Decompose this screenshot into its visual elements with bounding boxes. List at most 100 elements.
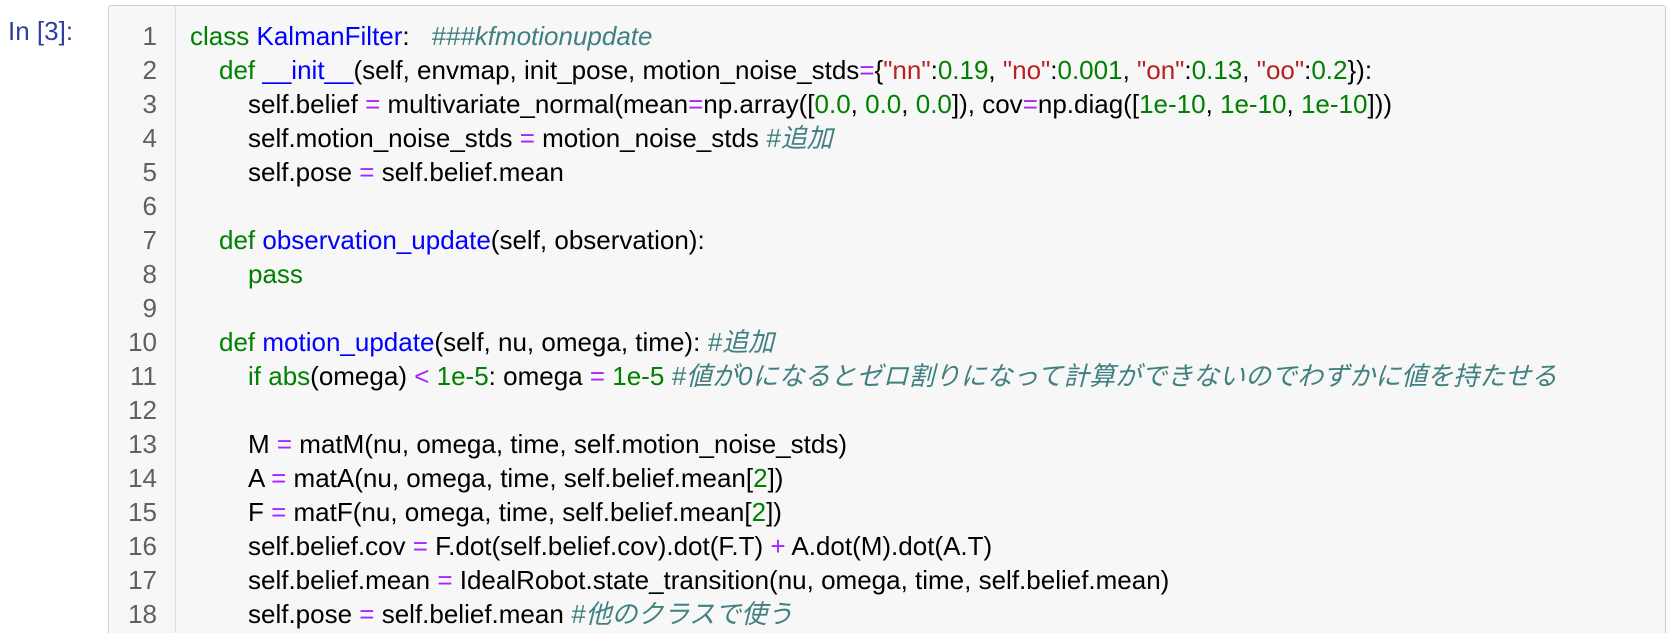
code-line[interactable]: 14 A = matA(nu, omega, time, self.belief.… <box>109 461 1665 495</box>
code-line[interactable]: 17 self.belief.mean = IdealRobot.state_tr… <box>109 563 1665 597</box>
code-line-text: def __init__(self, envmap, init_pose, mo… <box>219 53 1372 87</box>
code-token: { <box>874 55 884 85</box>
code-token: class <box>190 21 250 51</box>
code-token: = <box>589 361 606 391</box>
code-token: 2 <box>753 463 768 493</box>
code-line-text: pass <box>248 257 303 291</box>
code-token: __init__ <box>262 55 354 85</box>
code-token: , <box>1242 55 1257 85</box>
code-token: "no" <box>1002 55 1051 85</box>
code-token: self.belief.mean <box>374 599 572 629</box>
code-cell-editor[interactable]: 1 class KalmanFilter: ###kfmotionupdate 2 d… <box>108 5 1666 633</box>
code-token: = <box>412 531 428 561</box>
code-token: self.belief.mean <box>374 157 564 187</box>
line-number: 12 <box>128 395 157 425</box>
code-token: abs <box>268 361 311 391</box>
code-token: #追加 <box>766 123 833 153</box>
code-token: = <box>271 463 287 493</box>
code-line[interactable]: 9 <box>109 291 1665 325</box>
code-area[interactable]: 1 class KalmanFilter: ###kfmotionupdate 2 d… <box>109 19 1665 631</box>
code-line-text: self.pose = self.belief.mean #他のクラスで使う <box>248 597 793 631</box>
code-token: = <box>359 599 375 629</box>
code-token: 0.2 <box>1311 55 1348 85</box>
code-line-text: def motion_update(self, nu, omega, time)… <box>219 325 774 359</box>
line-number: 2 <box>142 55 157 85</box>
input-prompt: In [3]: <box>8 16 74 46</box>
line-number: 18 <box>128 599 157 629</box>
line-number: 8 <box>142 259 157 289</box>
code-token: , <box>1286 89 1301 119</box>
code-token: IdealRobot.state_transition(nu, omega, t… <box>452 565 1170 595</box>
code-token: (self, observation): <box>490 225 705 255</box>
code-line[interactable]: 8 pass <box>109 257 1665 291</box>
code-line[interactable]: 7 def observation_update(self, observatio… <box>109 223 1665 257</box>
code-token: , <box>1205 89 1221 119</box>
code-token: if <box>248 361 261 391</box>
code-token: motion_noise_stds <box>534 123 767 153</box>
code-line[interactable]: 18 self.pose = self.belief.mean #他のクラスで使う <box>109 597 1665 631</box>
code-token: 0.19 <box>937 55 989 85</box>
line-number: 16 <box>128 531 157 561</box>
code-token: , <box>850 89 866 119</box>
code-token: = <box>365 89 381 119</box>
code-token: < <box>414 361 430 391</box>
code-line[interactable]: 3 self.belief = multivariate_normal(mean=… <box>109 87 1665 121</box>
code-line[interactable]: 6 <box>109 189 1665 223</box>
code-token: def <box>219 55 256 85</box>
code-token: M <box>248 429 277 459</box>
code-token: #値が0になるとゼロ割りになって計算ができないのでわずかに値を持たせる <box>671 361 1558 391</box>
code-line[interactable]: 15 F = matF(nu, omega, time, self.belief.… <box>109 495 1665 529</box>
code-line[interactable]: 16 self.belief.cov = F.dot(self.belief.co… <box>109 529 1665 563</box>
code-token: 1e-10 <box>1139 89 1206 119</box>
code-token: = <box>271 497 287 527</box>
code-line-text: def observation_update(self, observation… <box>219 223 705 257</box>
line-number: 13 <box>128 429 157 459</box>
code-token: : <box>1050 55 1058 85</box>
code-token: 0.0 <box>814 89 851 119</box>
code-line[interactable]: 1 class KalmanFilter: ###kfmotionupdate <box>109 19 1665 53</box>
code-token: 0.13 <box>1191 55 1243 85</box>
code-token: = <box>276 429 293 459</box>
code-token: "oo" <box>1256 55 1305 85</box>
code-token: self.belief.cov <box>248 531 413 561</box>
code-token: ]) <box>766 497 782 527</box>
code-token: self.belief.mean <box>248 565 438 595</box>
code-line-text: M = matM(nu, omega, time, self.motion_no… <box>248 427 847 461</box>
line-number: 14 <box>128 463 157 493</box>
code-line[interactable]: 12 <box>109 393 1665 427</box>
code-token: = <box>1022 89 1038 119</box>
code-token: 1e-5 <box>612 361 665 391</box>
code-token: matA(nu, omega, time, self.belief.mean[ <box>286 463 754 493</box>
code-token: = <box>359 157 375 187</box>
code-line[interactable]: 5 self.pose = self.belief.mean <box>109 155 1665 189</box>
code-token: KalmanFilter <box>256 21 403 51</box>
code-token: (self, nu, omega, time): <box>434 327 708 357</box>
code-line[interactable]: 10 def motion_update(self, nu, omega, tim… <box>109 325 1665 359</box>
code-token: pass <box>248 259 303 289</box>
code-line[interactable]: 13 M = matM(nu, omega, time, self.motion_… <box>109 427 1665 461</box>
code-token: = <box>519 123 535 153</box>
code-token: 0.0 <box>915 89 952 119</box>
code-token: = <box>859 55 875 85</box>
code-token: #他のクラスで使う <box>571 599 793 629</box>
code-line-text: A = matA(nu, omega, time, self.belief.me… <box>248 461 783 495</box>
code-line[interactable]: 2 def __init__(self, envmap, init_pose, m… <box>109 53 1665 87</box>
code-token: #追加 <box>707 327 774 357</box>
line-number: 3 <box>142 89 157 119</box>
code-token: 0.0 <box>865 89 902 119</box>
code-token: def <box>219 225 256 255</box>
line-number: 15 <box>128 497 157 527</box>
code-token: self.motion_noise_stds <box>248 123 520 153</box>
code-token: F <box>248 497 272 527</box>
code-token: (omega) <box>310 361 415 391</box>
code-token: ])) <box>1367 89 1393 119</box>
code-token: motion_update <box>262 327 435 357</box>
code-token: A <box>248 463 272 493</box>
code-line[interactable]: 11 if abs(omega) < 1e-5: omega = 1e-5 #値が… <box>109 359 1665 393</box>
code-token: observation_update <box>262 225 491 255</box>
code-token: 1e-10 <box>1300 89 1368 119</box>
code-line[interactable]: 4 self.motion_noise_stds = motion_noise_s… <box>109 121 1665 155</box>
line-number: 9 <box>142 293 157 323</box>
code-token: , <box>1122 55 1138 85</box>
